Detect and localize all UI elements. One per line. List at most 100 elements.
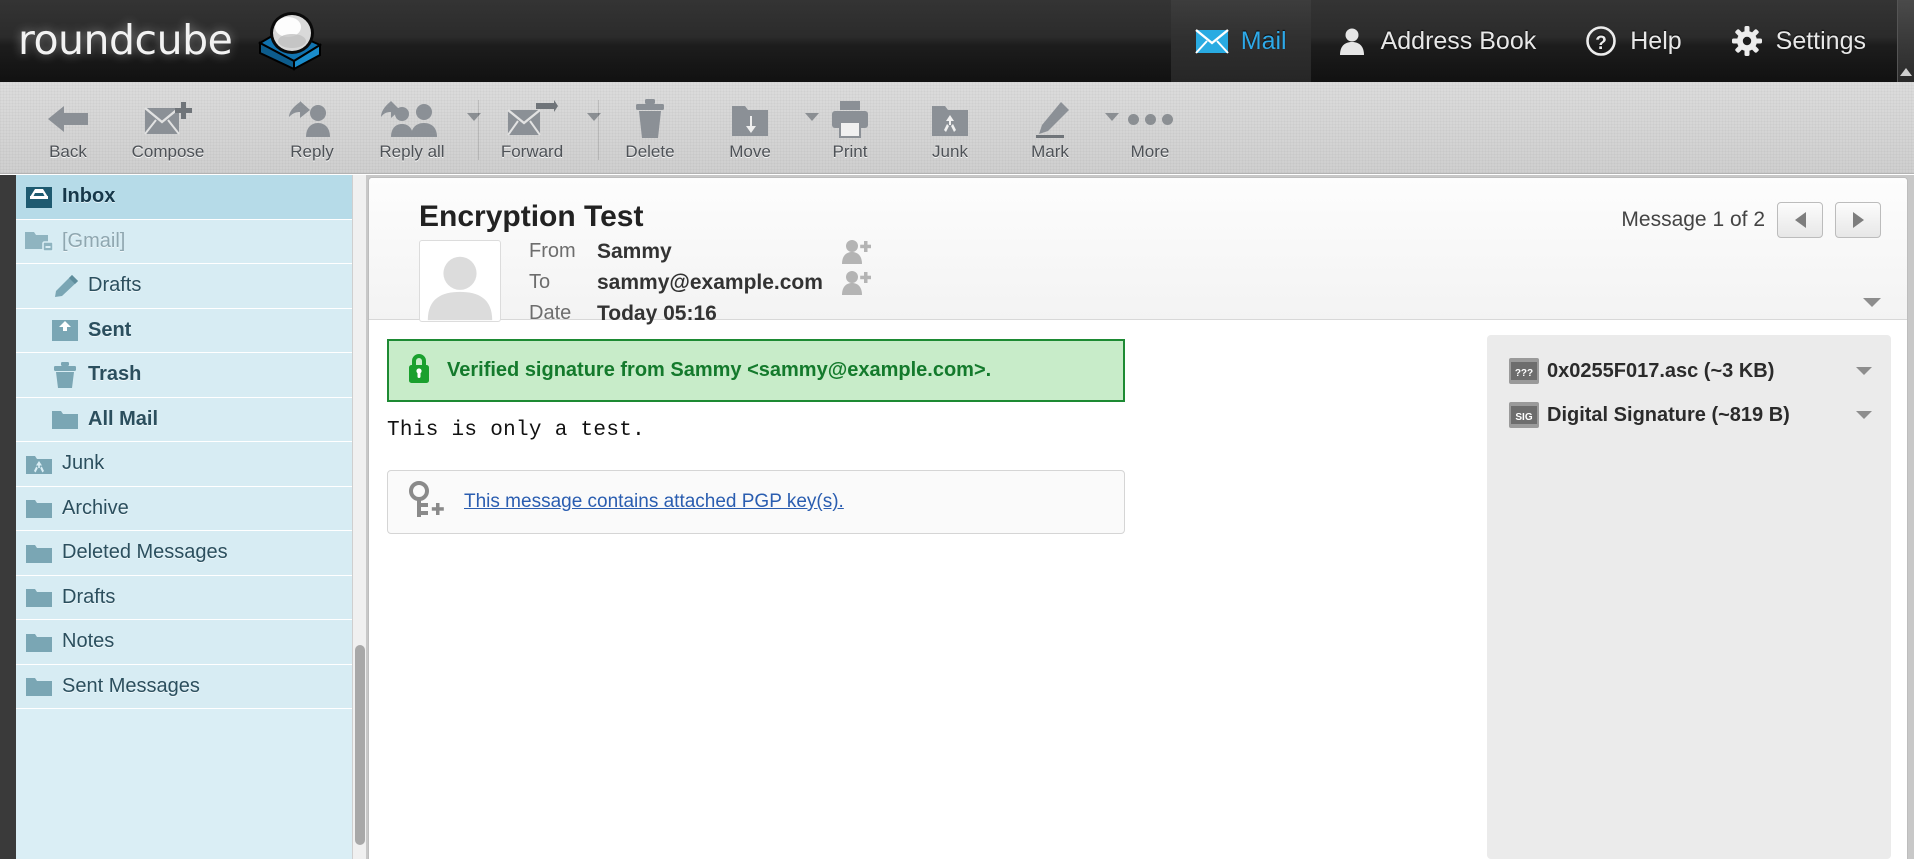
attachment-menu-button[interactable]	[1851, 411, 1877, 419]
move-button-label: Move	[729, 142, 771, 161]
toolbar-group-delete: Delete	[600, 92, 700, 164]
attachment-menu-button[interactable]	[1851, 367, 1877, 375]
tab-mail[interactable]: Mail	[1170, 0, 1311, 82]
sidebar-item-trash[interactable]: Trash	[16, 353, 352, 398]
message-text: This is only a test.	[387, 419, 646, 442]
previous-message-button[interactable]	[1777, 202, 1823, 238]
back-button[interactable]: Back	[18, 92, 118, 164]
attachment-item[interactable]: ??? 0x0255F017.asc (~3 KB)	[1497, 349, 1881, 393]
trash-icon	[633, 98, 667, 140]
chevron-down-icon	[1863, 298, 1881, 307]
gear-icon	[1730, 25, 1764, 57]
to-label: To	[529, 271, 551, 293]
brand-name: roundcube	[18, 16, 233, 64]
tab-address-book-label: Address Book	[1380, 26, 1537, 55]
message-area: Encryption Test Message 1 of 2 From Samm…	[366, 175, 1914, 859]
sidebar-item-label: Trash	[88, 363, 142, 386]
sidebar-item-label: Notes	[62, 630, 115, 653]
more-button-label: More	[1130, 142, 1170, 161]
scroll-up-arrow-icon[interactable]	[1897, 0, 1914, 82]
chevron-down-icon	[1856, 367, 1872, 375]
message-body: Verified signature from Sammy <sammy@exa…	[369, 321, 1907, 859]
compose-button[interactable]: Compose	[118, 92, 218, 164]
person-icon	[1335, 25, 1369, 57]
toolbar-divider	[478, 100, 479, 160]
signature-verification-text: Verified signature from Sammy <sammy@exa…	[447, 359, 992, 381]
sent-icon	[42, 317, 88, 343]
print-button[interactable]: Print	[800, 92, 900, 164]
status-badge: Verified signature from Sammy <sammy@exa…	[387, 339, 1125, 402]
delete-button[interactable]: Delete	[600, 92, 700, 164]
sidebar-item-label: Sent	[88, 318, 132, 341]
expand-header-button[interactable]	[1863, 298, 1881, 307]
reply-button[interactable]: Reply	[262, 92, 362, 164]
envelope-icon	[1194, 25, 1229, 57]
sidebar-item-deleted-messages[interactable]: Deleted Messages	[16, 531, 352, 576]
more-button[interactable]: More	[1100, 92, 1200, 164]
page-title: Encryption Test	[419, 200, 644, 233]
folder-icon	[16, 630, 62, 654]
sidebar-item-label: Junk	[62, 452, 105, 475]
toolbar-group-reply: Reply	[262, 92, 362, 164]
attachment-item[interactable]: SIG Digital Signature (~819 B)	[1497, 393, 1881, 437]
mail-toolbar: Back Compose Reply Reply all Forward Del…	[0, 82, 1914, 174]
reply-icon	[286, 98, 338, 140]
forward-icon	[506, 98, 558, 140]
folder-icon	[16, 541, 62, 565]
compose-mail-icon	[143, 98, 193, 140]
add-contact-icon[interactable]	[841, 270, 871, 296]
svg-text:SIG: SIG	[1515, 412, 1532, 423]
sidebar-item-label: Archive	[62, 496, 129, 519]
junk-button[interactable]: Junk	[900, 92, 1000, 164]
top-navigation-tabs: Mail Address Book ? Help Settings	[1170, 0, 1890, 82]
sidebar-item-label: Drafts	[62, 585, 116, 608]
move-button[interactable]: Move	[700, 92, 800, 164]
folder-icon	[16, 674, 62, 698]
back-arrow-icon	[45, 98, 91, 140]
contact-placeholder-avatar-icon	[427, 256, 493, 321]
to-value: sammy@example.com	[597, 270, 823, 294]
toolbar-group-more: More	[1100, 92, 1200, 164]
message-header: Encryption Test Message 1 of 2 From Samm…	[369, 178, 1907, 325]
sidebar-scrollbar[interactable]	[352, 175, 366, 859]
sidebar-item-notes[interactable]: Notes	[16, 620, 352, 665]
roundcube-logo-icon	[238, 9, 326, 71]
next-message-button[interactable]	[1835, 202, 1881, 238]
toolbar-group-forward: Forward	[482, 92, 606, 164]
roundcube-logo[interactable]: roundcube	[18, 8, 326, 72]
sidebar-item-label: Inbox	[62, 185, 116, 208]
sidebar-item-archive[interactable]: Archive	[16, 486, 352, 531]
ellipsis-icon	[1127, 98, 1173, 140]
sidebar-item-inbox[interactable]: Inbox	[16, 175, 352, 220]
sidebar-item-sent-messages[interactable]: Sent Messages	[16, 664, 352, 709]
sidebar-scrollbar-thumb[interactable]	[355, 645, 365, 845]
tab-address-book[interactable]: Address Book	[1311, 0, 1561, 82]
sidebar-item-all-mail[interactable]: All Mail	[16, 397, 352, 442]
delete-button-label: Delete	[625, 142, 675, 161]
sidebar-item-drafts[interactable]: Drafts	[16, 575, 352, 620]
forward-button[interactable]: Forward	[482, 92, 582, 164]
add-contact-icon[interactable]	[841, 239, 871, 265]
reply-all-button[interactable]: Reply all	[362, 92, 462, 164]
toolbar-group-print: Print	[800, 92, 900, 164]
toolbar-group-junk: Junk	[900, 92, 1000, 164]
from-value: Sammy	[597, 239, 672, 263]
mark-button[interactable]: Mark	[1000, 92, 1100, 164]
sidebar-item-junk[interactable]: Junk	[16, 442, 352, 487]
attachment-list: ??? 0x0255F017.asc (~3 KB) SIG Digital Sign…	[1487, 335, 1891, 859]
move-folder-icon	[730, 98, 770, 140]
folder-collapsed-icon	[16, 228, 62, 254]
junk-folder-icon	[930, 98, 970, 140]
question-mark-circle-icon: ?	[1584, 25, 1618, 57]
tab-settings[interactable]: Settings	[1706, 0, 1890, 82]
tab-help[interactable]: ? Help	[1560, 0, 1705, 82]
sidebar-item-drafts[interactable]: Drafts	[16, 264, 352, 309]
sidebar-item-label: Sent Messages	[62, 674, 200, 697]
inbox-icon	[16, 184, 62, 210]
sidebar-item-gmail[interactable]: [Gmail]	[16, 219, 352, 264]
attachment-name: Digital Signature (~819 B)	[1547, 403, 1790, 426]
pgp-key-link[interactable]: This message contains attached PGP key(s…	[464, 491, 844, 513]
sidebar-item-sent[interactable]: Sent	[16, 308, 352, 353]
sidebar-item-label: All Mail	[88, 407, 159, 430]
sidebar-item-label: Drafts	[88, 274, 142, 297]
